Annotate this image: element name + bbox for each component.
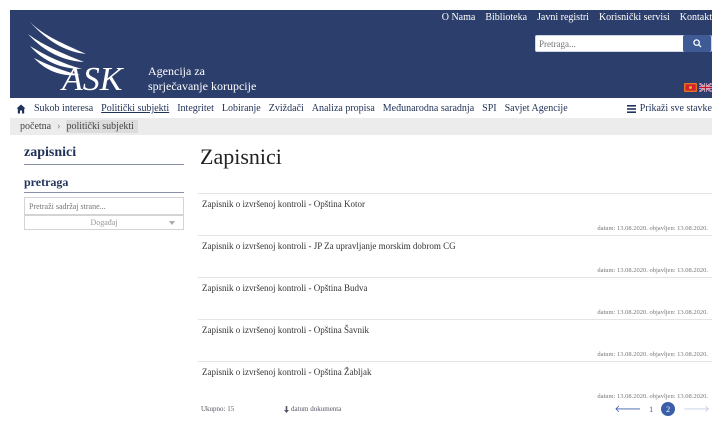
ask-logo[interactable]: ASK <box>24 14 154 98</box>
nav-sukob-interesa[interactable]: Sukob interesa <box>34 103 93 114</box>
header-search <box>535 35 712 52</box>
sidebar-title: zapisnici <box>24 145 184 165</box>
logo-text: ASK <box>60 61 125 98</box>
main-content: Zapisnici Zapisnik o izvršenoj kontroli … <box>198 142 712 403</box>
sort-label: datum dokumenta <box>291 405 342 413</box>
main-navigation: Sukob interesa Politički subjekti Integr… <box>10 101 712 116</box>
nav-lobiranje[interactable]: Lobiranje <box>222 103 261 114</box>
record-title[interactable]: Zapisnik o izvršenoj kontroli - Opština … <box>202 325 369 335</box>
uk-flag-icon[interactable] <box>699 83 712 92</box>
topnav-biblioteka[interactable]: Biblioteka <box>485 12 527 23</box>
record-meta: datum: 13.08.2020. objavljen: 13.08.2020… <box>597 267 708 274</box>
records-list: Zapisnik o izvršenoj kontroli - Opština … <box>198 193 712 403</box>
nav-savjet-agencije[interactable]: Savjet Agencije <box>505 103 568 114</box>
page-1-link[interactable]: 1 <box>649 405 653 414</box>
list-item[interactable]: Zapisnik o izvršenoj kontroli - Opština … <box>198 361 712 403</box>
search-button[interactable] <box>683 35 711 52</box>
nav-analiza-propisa[interactable]: Analiza propisa <box>312 103 375 114</box>
pagination: 🡐 1 2 🡒 <box>614 402 710 416</box>
record-title[interactable]: Zapisnik o izvršenoj kontroli - JP Za up… <box>202 241 456 251</box>
record-meta: datum: 13.08.2020. objavljen: 13.08.2020… <box>597 351 708 358</box>
total-count: Ukupno: 15 <box>201 405 235 413</box>
list-item[interactable]: Zapisnik o izvršenoj kontroli - JP Za up… <box>198 235 712 277</box>
breadcrumb-separator: › <box>57 121 61 132</box>
breadcrumb-current[interactable]: politički subjekti <box>66 120 138 133</box>
record-meta: datum: 13.08.2020. objavljen: 13.08.2020… <box>597 309 708 316</box>
site-header: ASK Agencija za sprječavanje korupcije O… <box>10 10 712 98</box>
home-icon[interactable] <box>16 103 30 115</box>
prev-page-icon[interactable]: 🡐 <box>614 403 641 415</box>
list-footer: Ukupno: 15 datum dokumenta 🡐 1 2 🡒 <box>198 402 712 422</box>
topnav-javni-registri[interactable]: Javni registri <box>537 12 589 23</box>
list-item[interactable]: Zapisnik o izvršenoj kontroli - Opština … <box>198 319 712 361</box>
record-title[interactable]: Zapisnik o izvršenoj kontroli - Opština … <box>202 367 371 377</box>
page-title: Zapisnici <box>200 144 282 169</box>
search-input[interactable] <box>536 36 686 51</box>
show-all-label: Prikaži sve stavke <box>639 103 712 114</box>
menu-icon <box>626 104 636 113</box>
agency-name-line2: sprječavanje korupcije <box>148 79 257 93</box>
event-select-value: Događaj <box>90 218 118 227</box>
montenegro-flag-icon[interactable] <box>684 83 697 92</box>
nav-zvizdaci[interactable]: Zviždači <box>269 103 304 114</box>
sidebar-search-input[interactable] <box>29 201 179 211</box>
event-select[interactable]: Događaj <box>24 215 184 230</box>
breadcrumb-home[interactable]: početna <box>20 121 51 132</box>
list-item[interactable]: Zapisnik o izvršenoj kontroli - Opština … <box>198 193 712 235</box>
nav-medjunarodna-saradnja[interactable]: Međunarodna saradnja <box>383 103 474 114</box>
agency-name: Agencija za sprječavanje korupcije <box>148 64 256 94</box>
sidebar-search-heading: pretraga <box>24 175 184 193</box>
agency-name-line1: Agencija za <box>148 64 205 78</box>
language-switcher <box>684 83 712 92</box>
nav-integritet[interactable]: Integritet <box>177 103 214 114</box>
record-meta: datum: 13.08.2020. objavljen: 13.08.2020… <box>597 393 708 400</box>
sidebar-search-box <box>24 197 184 215</box>
sidebar: zapisnici pretraga Događaj <box>24 145 184 230</box>
nav-spi[interactable]: SPI <box>482 103 496 114</box>
sort-by-date-button[interactable]: datum dokumenta <box>284 405 341 413</box>
search-icon <box>692 39 702 48</box>
nav-politicki-subjekti[interactable]: Politički subjekti <box>101 103 169 114</box>
show-all-button[interactable]: Prikaži sve stavke <box>626 103 712 114</box>
topnav-kontakt[interactable]: Kontakt <box>680 12 712 23</box>
record-title[interactable]: Zapisnik o izvršenoj kontroli - Opština … <box>202 199 365 209</box>
list-item[interactable]: Zapisnik o izvršenoj kontroli - Opština … <box>198 277 712 319</box>
record-meta: datum: 13.08.2020. objavljen: 13.08.2020… <box>597 225 708 232</box>
page-current[interactable]: 2 <box>661 402 676 416</box>
top-navigation: O Nama Biblioteka Javni registri Korisni… <box>442 12 712 23</box>
next-page-icon: 🡒 <box>683 404 710 415</box>
topnav-o-nama[interactable]: O Nama <box>442 12 476 23</box>
breadcrumb: početna › politički subjekti <box>10 118 712 135</box>
arrow-down-icon <box>284 405 289 413</box>
topnav-korisnicki-servisi[interactable]: Korisnički servisi <box>599 12 670 23</box>
chevron-down-icon <box>169 221 175 225</box>
record-title[interactable]: Zapisnik o izvršenoj kontroli - Opština … <box>202 283 367 293</box>
